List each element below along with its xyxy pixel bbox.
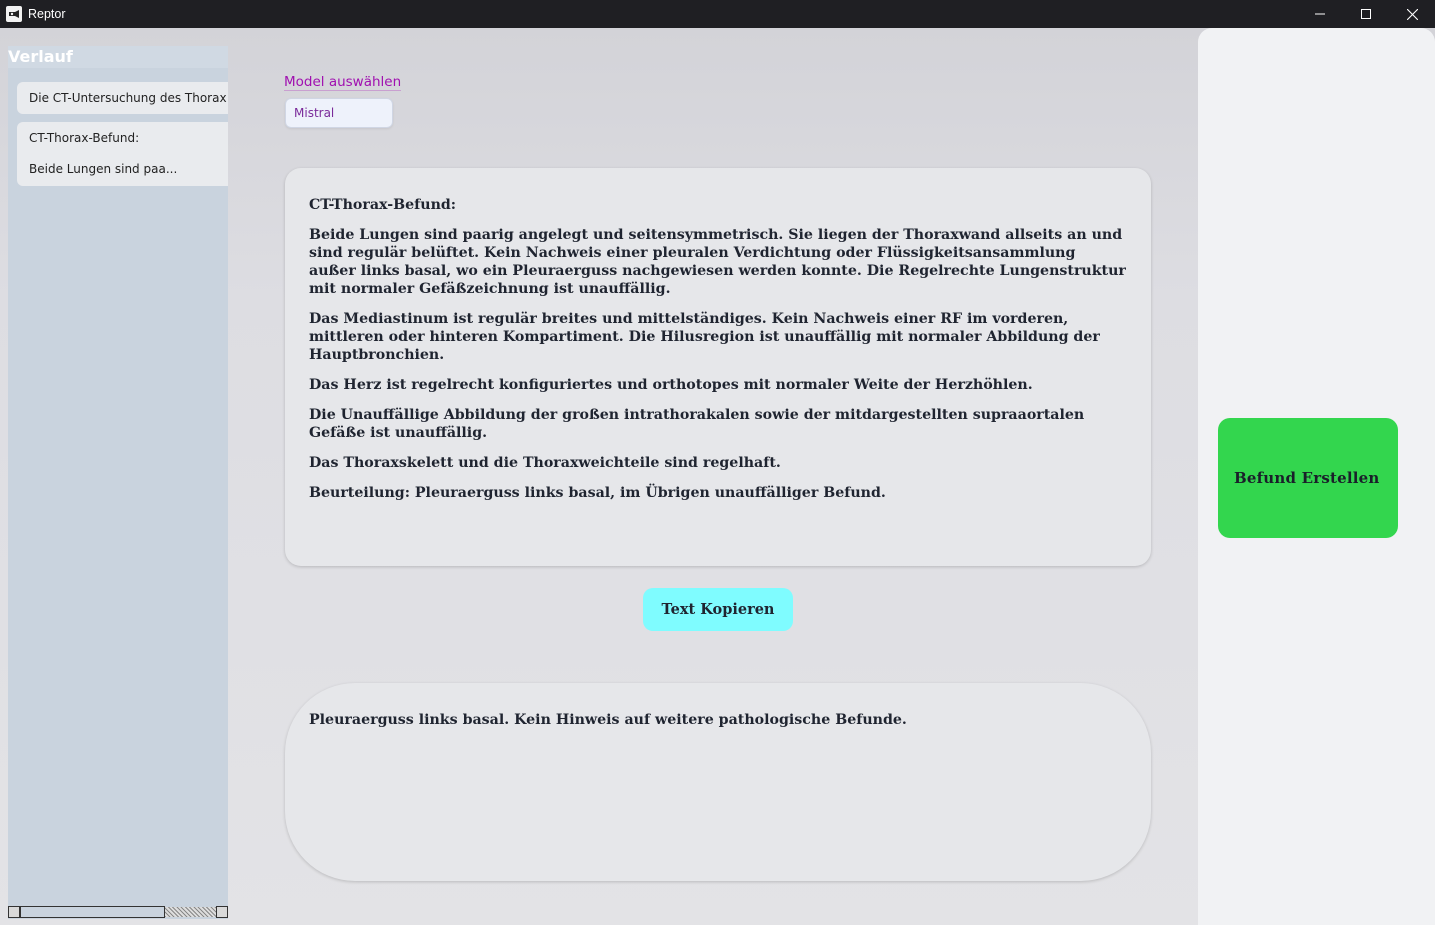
close-button[interactable]	[1389, 0, 1435, 28]
close-icon	[1406, 8, 1418, 20]
report-paragraph: Das Herz ist regelrecht konfiguriertes u…	[309, 377, 1033, 393]
app-icon	[6, 6, 22, 22]
scroll-left-arrow[interactable]	[8, 906, 20, 918]
minimize-icon	[1315, 13, 1325, 15]
history-item[interactable]: Die CT-Untersuchung des Thorax z	[17, 82, 228, 114]
maximize-icon	[1361, 9, 1371, 19]
report-paragraph: Die Unauffällige Abbildung der großen in…	[309, 407, 1085, 441]
sidebar-title: Verlauf	[8, 46, 228, 68]
sidebar-horizontal-scrollbar[interactable]	[8, 906, 228, 918]
summary-textarea[interactable]: Pleuraerguss links basal. Kein Hinweis a…	[285, 683, 1151, 881]
report-paragraph: Das Mediastinum ist regulär breites und …	[309, 311, 1100, 363]
report-paragraph: Beide Lungen sind paarig angelegt und se…	[309, 227, 1126, 297]
maximize-button[interactable]	[1343, 0, 1389, 28]
create-report-button[interactable]: Befund Erstellen	[1218, 418, 1398, 538]
model-select-dropdown[interactable]: Mistral	[285, 98, 393, 128]
report-paragraph: Das Thoraxskelett und die Thoraxweichtei…	[309, 455, 781, 471]
window-title: Reptor	[28, 7, 66, 21]
scrollbar-track[interactable]	[165, 907, 216, 917]
report-paragraph: Beurteilung: Pleuraerguss links basal, i…	[309, 485, 886, 501]
history-item[interactable]: CT-Thorax-Befund: Beide Lungen sind paa.…	[17, 122, 228, 186]
copy-text-button[interactable]: Text Kopieren	[643, 588, 793, 631]
history-item-line1: CT-Thorax-Befund:	[29, 131, 140, 145]
history-item-label: Die CT-Untersuchung des Thorax z	[29, 91, 228, 105]
title-bar: Reptor	[0, 0, 1435, 28]
scroll-right-arrow[interactable]	[216, 906, 228, 918]
report-textarea[interactable]: CT-Thorax-Befund: Beide Lungen sind paar…	[285, 168, 1151, 566]
minimize-button[interactable]	[1297, 0, 1343, 28]
history-sidebar: Verlauf Die CT-Untersuchung des Thorax z…	[8, 46, 228, 919]
scrollbar-thumb[interactable]	[20, 906, 165, 918]
summary-text: Pleuraerguss links basal. Kein Hinweis a…	[309, 712, 907, 728]
history-item-line2: Beide Lungen sind paa...	[29, 162, 178, 176]
report-paragraph: CT-Thorax-Befund:	[309, 197, 457, 213]
model-select-label: Model auswählen	[284, 74, 402, 91]
